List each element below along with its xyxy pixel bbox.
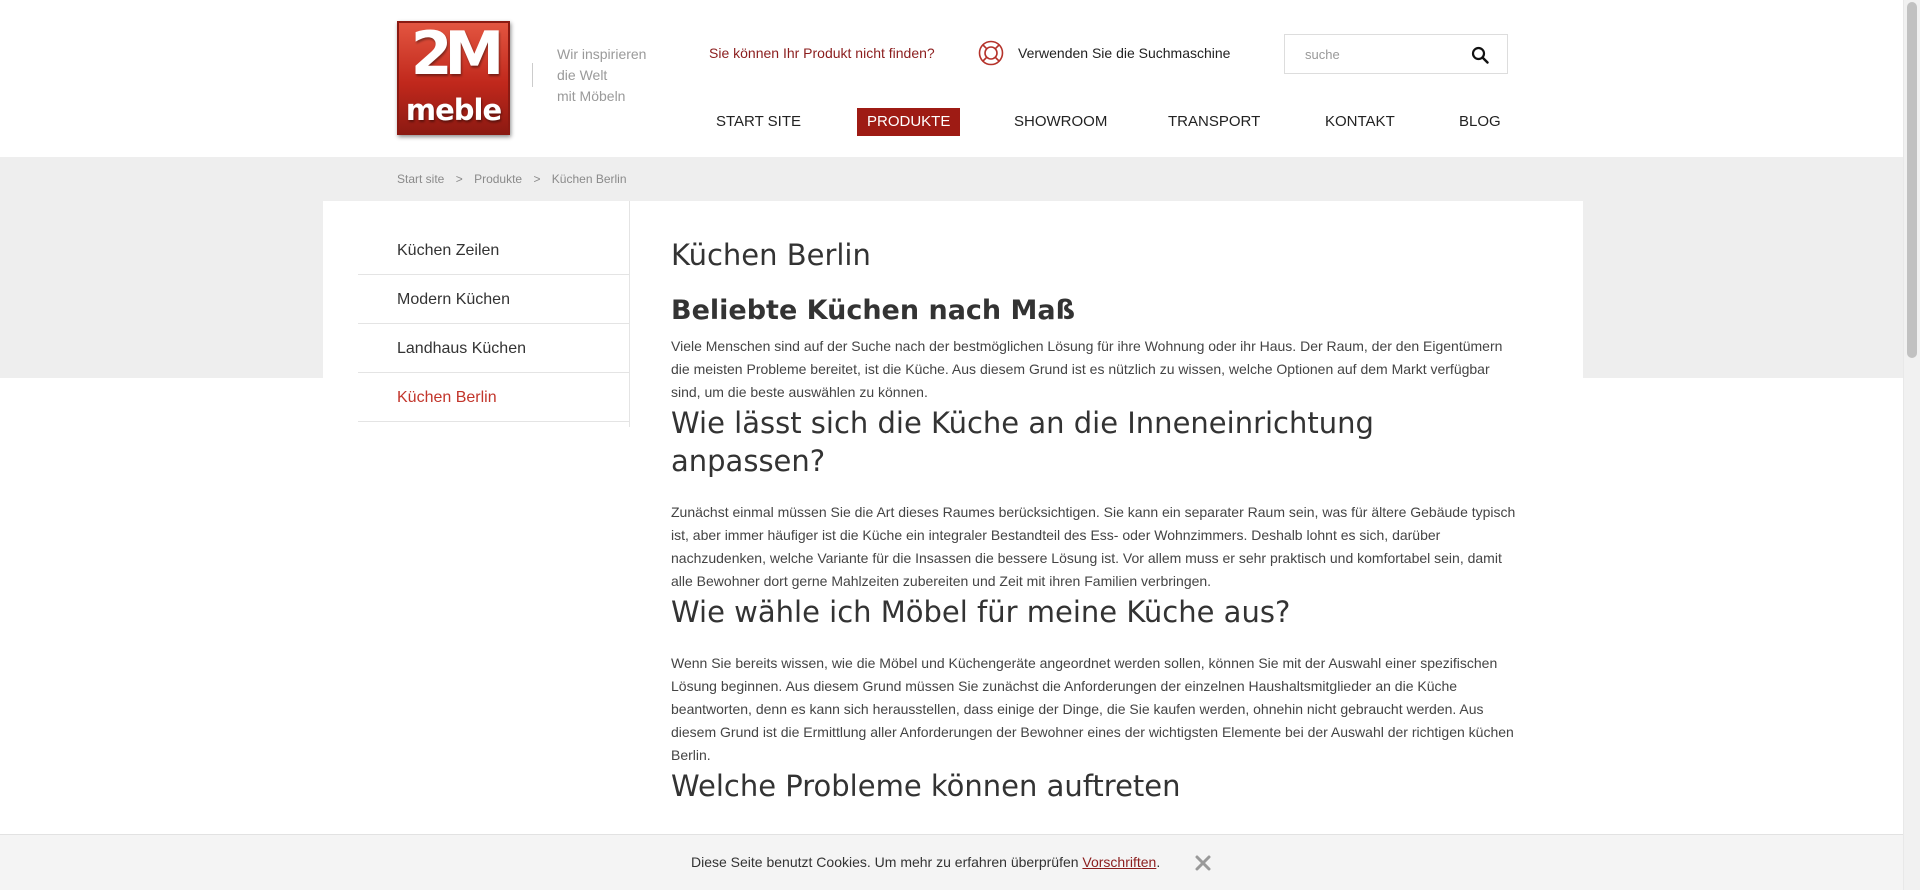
breadcrumb: Start site > Produkte > Küchen Berlin xyxy=(397,172,635,186)
cookie-text: Diese Seite benutzt Cookies. Um mehr zu … xyxy=(691,854,1083,870)
breadcrumb-separator: > xyxy=(455,172,463,186)
article-heading: Wie wähle ich Möbel für meine Küche aus? xyxy=(671,595,1291,629)
tagline-line: die Welt xyxy=(557,67,608,83)
product-not-found-text: Sie können Ihr Produkt nicht finden? xyxy=(709,45,935,61)
page-title: Küchen Berlin xyxy=(671,238,871,272)
search-icon[interactable] xyxy=(1471,46,1489,64)
article-heading: Beliebte Küchen nach Maß xyxy=(671,295,1076,326)
cookie-policy-link[interactable]: Vorschriften xyxy=(1082,854,1156,870)
search-box xyxy=(1284,34,1508,74)
breadcrumb-item-start[interactable]: Start site xyxy=(397,172,444,186)
use-search-engine-text: Verwenden Sie die Suchmaschine xyxy=(1018,45,1231,61)
nav-start-site[interactable]: START SITE xyxy=(706,108,811,136)
article: Küchen Berlin Beliebte Küchen nach Maß V… xyxy=(671,236,1521,805)
page-scrollbar[interactable] xyxy=(1903,0,1920,890)
cookie-suffix: . xyxy=(1156,854,1161,870)
nav-produkte[interactable]: PRODUKTE xyxy=(857,108,961,136)
logo-mark: 2M xyxy=(410,21,504,89)
article-heading: Wie lässt sich die Küche an die Innenein… xyxy=(671,406,1374,478)
category-sidebar: Küchen Zeilen Modern Küchen Landhaus Küc… xyxy=(358,226,630,422)
sidebar-item-modern-kuechen[interactable]: Modern Küchen xyxy=(358,275,630,324)
cookie-message: Diese Seite benutzt Cookies. Um mehr zu … xyxy=(691,854,1160,870)
tagline: Wir inspirieren die Welt mit Möbeln xyxy=(557,44,697,107)
article-paragraph: Zunächst einmal müssen Sie die Art diese… xyxy=(671,504,1516,589)
content-card: Küchen Zeilen Modern Küchen Landhaus Küc… xyxy=(323,201,1583,890)
sidebar-item-kuechen-zeilen[interactable]: Küchen Zeilen xyxy=(358,226,630,275)
nav-transport[interactable]: TRANSPORT xyxy=(1158,108,1270,136)
nav-kontakt[interactable]: KONTAKT xyxy=(1315,108,1405,136)
article-paragraph: Wenn Sie bereits wissen, wie die Möbel u… xyxy=(671,655,1514,763)
breadcrumb-item-current: Küchen Berlin xyxy=(551,172,627,186)
sidebar-item-landhaus-kuechen[interactable]: Landhaus Küchen xyxy=(358,324,630,373)
cookie-bar: Diese Seite benutzt Cookies. Um mehr zu … xyxy=(0,834,1920,890)
lifebuoy-icon xyxy=(978,40,1004,66)
article-heading: Welche Probleme können auftreten xyxy=(671,769,1181,803)
site-header: 2M meble Wir inspirieren die Welt mit Mö… xyxy=(0,0,1920,157)
sidebar-divider xyxy=(629,201,630,427)
tagline-line: Wir inspirieren xyxy=(557,46,647,62)
tagline-line: mit Möbeln xyxy=(557,88,626,104)
breadcrumb-item-produkte[interactable]: Produkte xyxy=(474,172,522,186)
sidebar-item-kuechen-berlin[interactable]: Küchen Berlin xyxy=(358,373,630,422)
search-input[interactable] xyxy=(1285,35,1465,73)
main-nav: START SITE PRODUKTE SHOWROOM TRANSPORT K… xyxy=(0,108,1920,136)
article-paragraph: Viele Menschen sind auf der Suche nach d… xyxy=(671,338,1503,400)
scrollbar-thumb[interactable] xyxy=(1907,2,1917,358)
breadcrumb-separator: > xyxy=(533,172,541,186)
tagline-divider xyxy=(532,63,533,87)
nav-blog[interactable]: BLOG xyxy=(1449,108,1511,136)
close-icon[interactable] xyxy=(1195,855,1211,871)
nav-showroom[interactable]: SHOWROOM xyxy=(1004,108,1117,136)
